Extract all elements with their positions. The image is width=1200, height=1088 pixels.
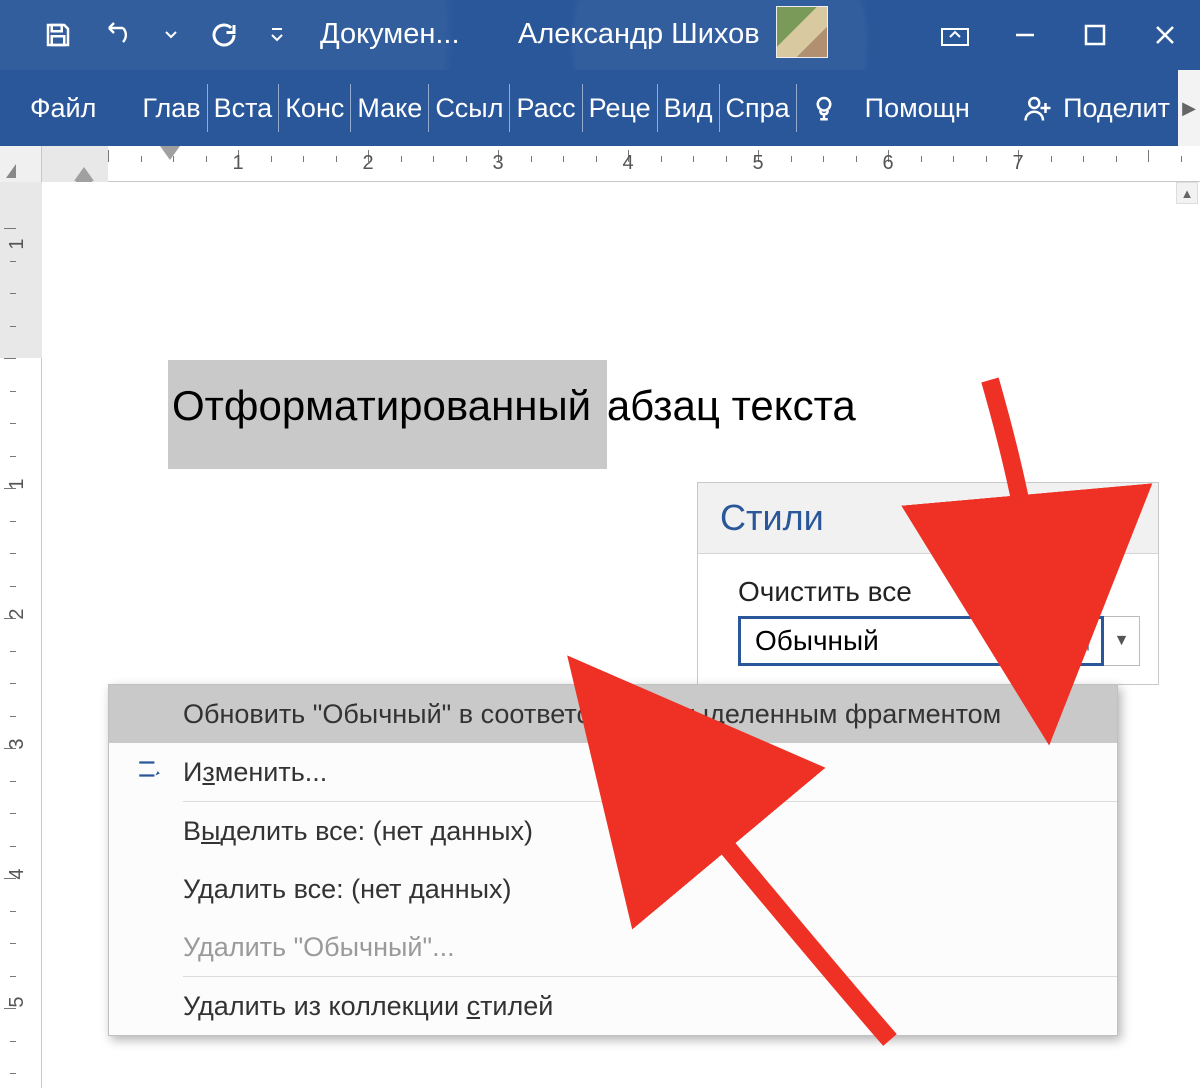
tab-view[interactable]: Вид	[658, 70, 719, 146]
ribbon-display-options[interactable]	[920, 0, 990, 70]
tab-file[interactable]: Файл	[0, 70, 118, 146]
help-label[interactable]: Помощн	[851, 70, 984, 146]
style-dropdown-button[interactable]: ▼	[1104, 616, 1140, 666]
vertical-ruler[interactable]: 112345	[0, 182, 42, 1088]
styles-pane-title: Стили	[720, 497, 824, 539]
user-name[interactable]: Александр Шихов	[518, 18, 760, 51]
tab-design[interactable]: Конс	[279, 70, 350, 146]
title-bar: Докумен... Александр Шихов	[0, 0, 1200, 70]
window-controls	[920, 0, 1200, 70]
share-label: Поделит	[1063, 93, 1170, 124]
tab-mailings[interactable]: Расс	[510, 70, 581, 146]
styles-pane-close[interactable]: ✕	[1120, 501, 1140, 530]
close-button[interactable]	[1130, 0, 1200, 70]
quick-access-toolbar	[0, 0, 300, 70]
unselected-text[interactable]: абзац текста	[607, 382, 856, 429]
style-normal[interactable]: Обычный ¶	[738, 616, 1104, 666]
menu-select-all[interactable]: Выделить все: (нет данных)	[109, 802, 1117, 860]
minimize-button[interactable]	[990, 0, 1060, 70]
paragraph-mark-icon: ¶	[1079, 628, 1091, 654]
undo-button[interactable]	[88, 0, 148, 70]
selected-text[interactable]: Отформатированный	[168, 360, 607, 469]
styles-pane-options[interactable]: ▼	[1080, 511, 1096, 529]
tab-home[interactable]: Глав	[136, 70, 206, 146]
repeat-button[interactable]	[194, 0, 254, 70]
menu-remove-all[interactable]: Удалить все: (нет данных)	[109, 860, 1117, 918]
tab-layout[interactable]: Маке	[351, 70, 428, 146]
scroll-up-button[interactable]: ▲	[1176, 182, 1198, 204]
avatar[interactable]	[776, 6, 828, 58]
save-button[interactable]	[28, 0, 88, 70]
undo-dropdown[interactable]	[148, 0, 194, 70]
document-paragraph[interactable]: Отформатированный абзац текста	[168, 382, 856, 430]
tell-me[interactable]	[797, 70, 851, 146]
qat-customize[interactable]	[254, 0, 300, 70]
ribbon-scroll-right[interactable]: ▶	[1178, 70, 1200, 146]
menu-remove-from-gallery[interactable]: Удалить из коллекции стилей	[109, 977, 1117, 1035]
tab-help[interactable]: Спра	[720, 70, 796, 146]
clear-all-style[interactable]: Очистить все	[738, 568, 1140, 616]
horizontal-ruler[interactable]: 1234567	[42, 146, 1200, 182]
style-context-menu: Обновить "Обычный" в соответствии с выде…	[108, 684, 1118, 1036]
ribbon: Файл Глав Вста Конс Маке Ссыл Расс Реце …	[0, 70, 1200, 146]
share-button[interactable]: Поделит	[1017, 70, 1176, 146]
styles-pane: Стили ▼ ✕ Очистить все Обычный ¶ ▼	[697, 482, 1159, 685]
tab-insert[interactable]: Вста	[208, 70, 279, 146]
tab-references[interactable]: Ссыл	[429, 70, 509, 146]
document-title: Докумен...	[320, 18, 460, 51]
ruler-corner-tab-selector[interactable]	[0, 146, 42, 182]
menu-modify[interactable]: Изменить...	[109, 743, 1117, 801]
tab-review[interactable]: Реце	[583, 70, 657, 146]
modify-icon	[133, 756, 165, 789]
menu-update-to-match[interactable]: Обновить "Обычный" в соответствии с выде…	[109, 685, 1117, 743]
maximize-button[interactable]	[1060, 0, 1130, 70]
menu-delete-style: Удалить "Обычный"...	[109, 918, 1117, 976]
style-normal-label: Обычный	[755, 625, 879, 657]
